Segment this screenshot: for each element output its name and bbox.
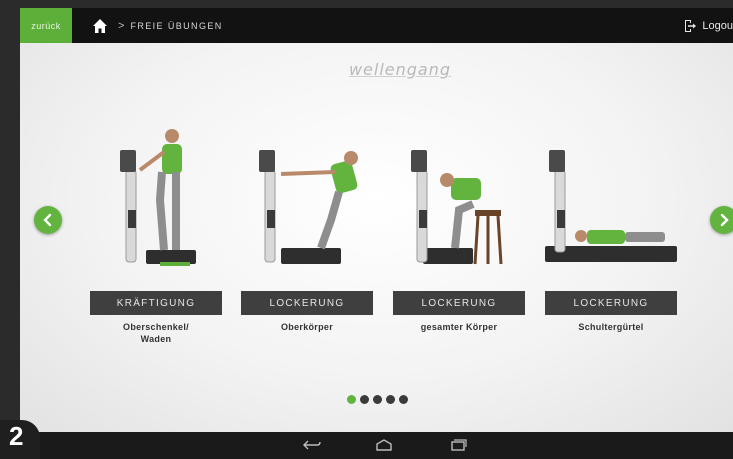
arrow-right-icon [720, 213, 729, 227]
exercise-caption: gesamter Körper [393, 321, 525, 333]
exercise-card-3[interactable]: LOCKERUNG gesamter Körper [393, 100, 525, 333]
exercise-caption: Oberkörper [241, 321, 373, 333]
exercise-button[interactable]: LOCKERUNG [545, 291, 677, 315]
arrow-left-icon [43, 213, 52, 227]
previous-button[interactable] [34, 206, 62, 234]
recents-icon[interactable] [448, 439, 468, 451]
exercise-button[interactable]: KRÄFTIGUNG [90, 291, 222, 315]
exercise-illustration [120, 129, 196, 266]
step-number: 2 [9, 421, 24, 451]
page-dot[interactable] [373, 395, 382, 404]
exercise-card-4[interactable]: LOCKERUNG Schultergürtel [545, 100, 677, 333]
next-button[interactable] [710, 206, 733, 234]
page-dot[interactable] [347, 395, 356, 404]
exercise-button[interactable]: LOCKERUNG [393, 291, 525, 315]
caption-line: Oberschenkel/ [123, 322, 189, 332]
exercise-button[interactable]: LOCKERUNG [241, 291, 373, 315]
home-nav-icon[interactable] [374, 439, 394, 451]
exercise-caption: Oberschenkel/ Waden [90, 321, 222, 345]
pagination-dots [347, 395, 408, 404]
app-screen: zurück > FREIE ÜBUNGEN Logou wellengang [20, 8, 733, 432]
caption-line: gesamter Körper [420, 322, 498, 332]
page-dot[interactable] [399, 395, 408, 404]
home-icon[interactable] [92, 18, 108, 34]
back-icon[interactable] [302, 439, 322, 451]
exercise-illustration [259, 150, 358, 264]
back-button[interactable]: zurück [20, 8, 72, 43]
logout-button[interactable]: Logou [683, 8, 733, 43]
page-dot[interactable] [360, 395, 369, 404]
exercise-illustration [545, 150, 677, 262]
system-nav-bar [0, 432, 733, 459]
logout-label: Logou [702, 19, 733, 32]
logout-icon [685, 19, 697, 32]
exercise-caption: Schultergürtel [545, 321, 677, 333]
caption-line: Schultergürtel [578, 322, 644, 332]
exercise-illustration [411, 150, 503, 265]
breadcrumb: FREIE ÜBUNGEN [130, 20, 223, 31]
exercise-card-1[interactable]: KRÄFTIGUNG Oberschenkel/ Waden [90, 100, 222, 345]
chevron-right-icon: > [118, 19, 125, 32]
brand-logo: wellengang [348, 60, 452, 79]
caption-line: Waden [140, 334, 172, 344]
caption-line: Oberkörper [280, 322, 334, 332]
exercise-card-2[interactable]: LOCKERUNG Oberkörper [241, 100, 373, 333]
page-dot[interactable] [386, 395, 395, 404]
top-bar: zurück > FREIE ÜBUNGEN Logou [20, 8, 733, 43]
